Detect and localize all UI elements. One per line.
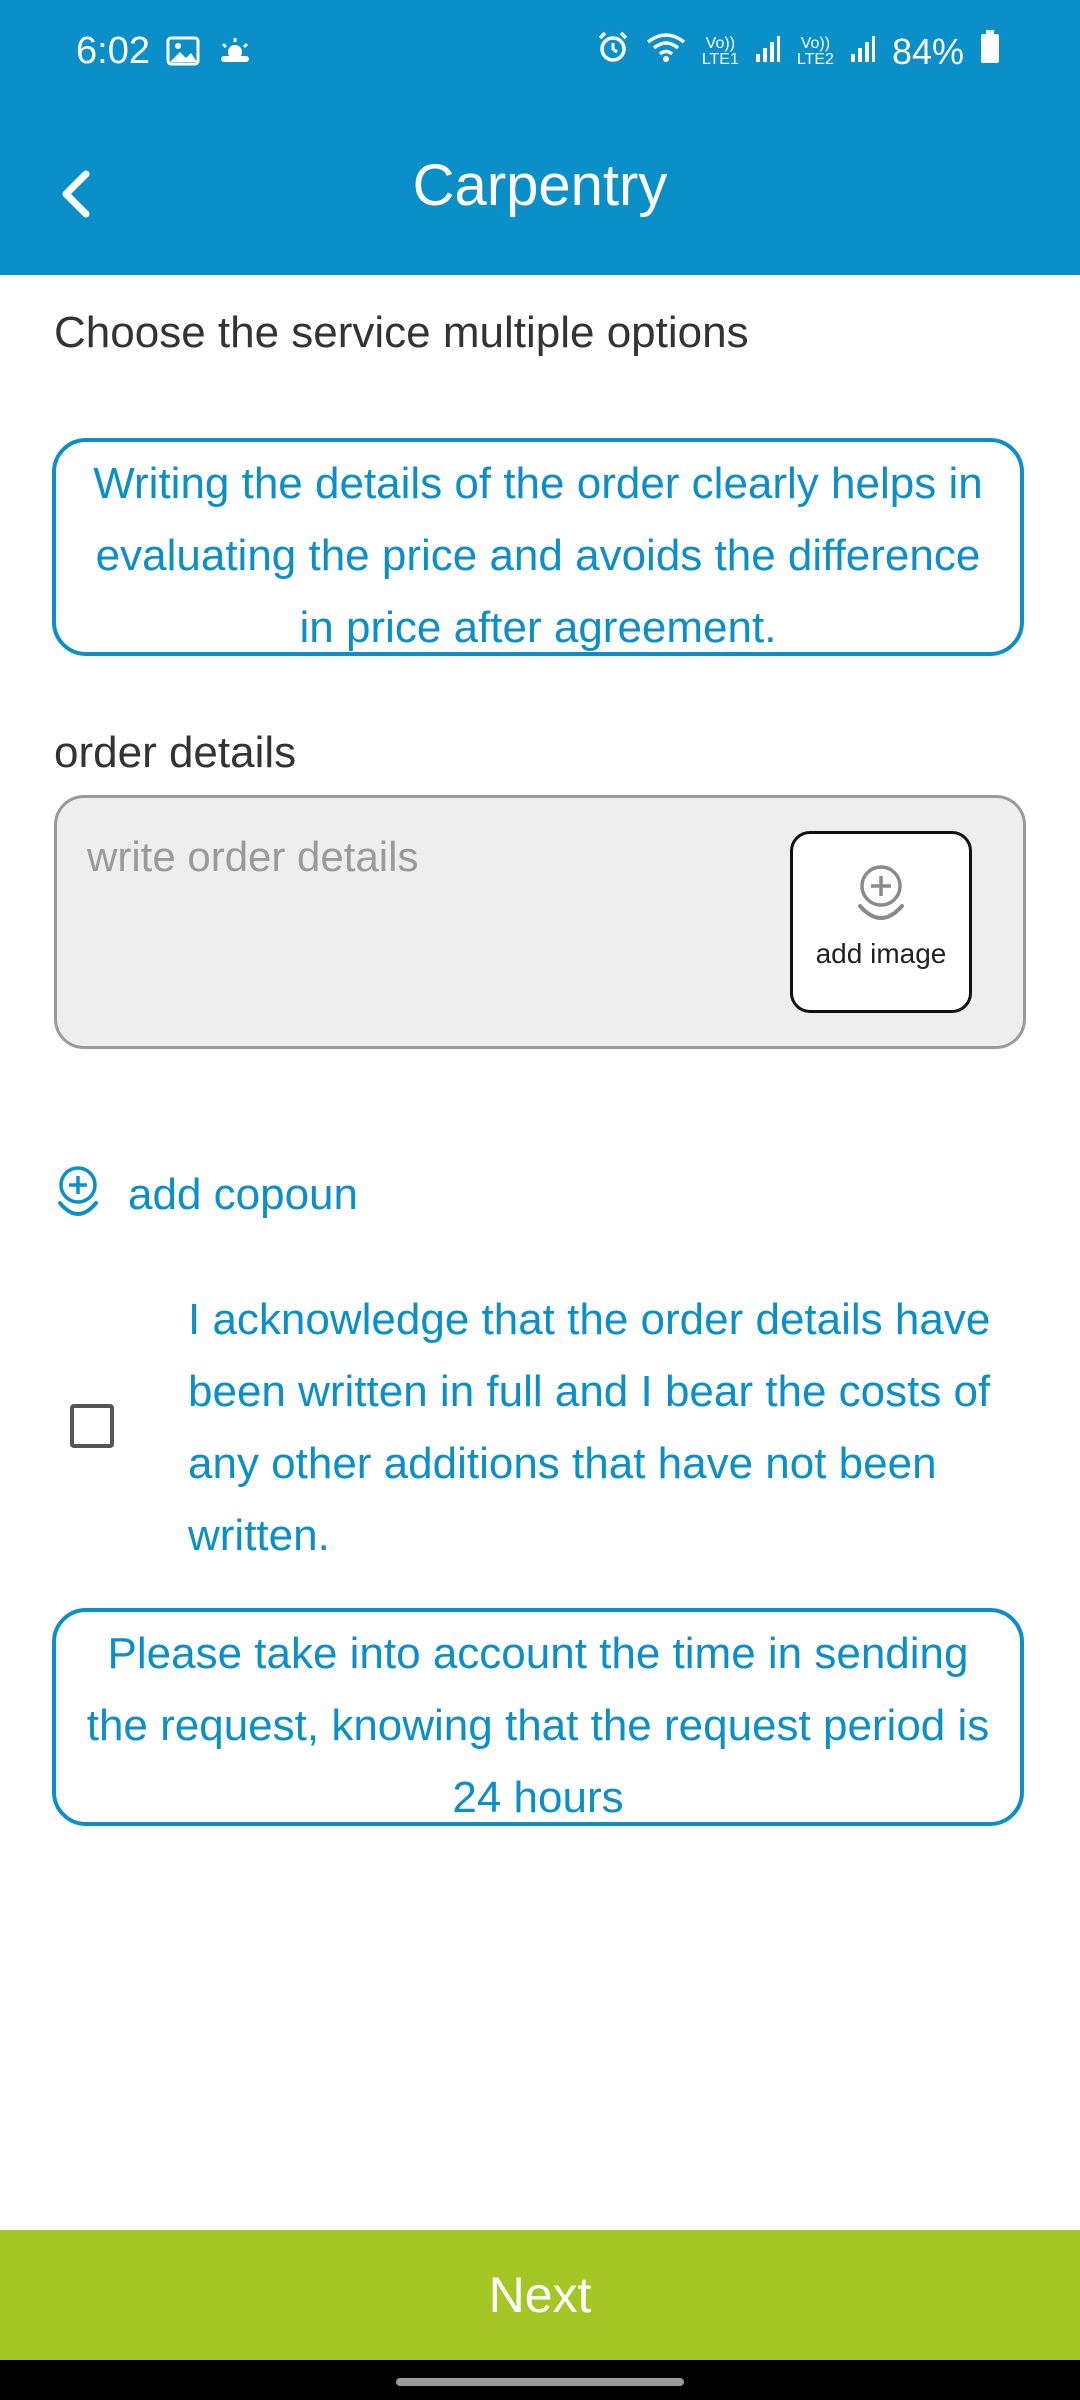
sim1-lte: LTE1: [701, 50, 739, 68]
signal-icon: [755, 31, 781, 73]
status-right: Vo)) LTE1 Vo)) LTE2 84%: [596, 30, 1000, 73]
signal-icon: [850, 31, 876, 73]
order-details-label: order details: [54, 728, 297, 777]
system-nav-bar: [0, 2360, 1080, 2400]
battery-percent: 84%: [891, 30, 964, 72]
page-title: Carpentry: [412, 153, 668, 218]
alarm-icon: [596, 30, 630, 73]
add-coupon-label: add copoun: [128, 1170, 358, 1219]
add-image-icon: [854, 864, 908, 931]
home-gesture-bar[interactable]: [396, 2378, 684, 2386]
order-details-box: add image: [54, 795, 1026, 1049]
request-period-notice: Please take into account the time in sen…: [52, 1608, 1024, 1826]
sim2-volte: Vo)): [800, 34, 831, 52]
wifi-icon: [646, 31, 686, 73]
image-icon: [166, 36, 200, 71]
battery-icon: [980, 30, 1000, 73]
next-button[interactable]: Next: [0, 2230, 1080, 2360]
app-bar: Carpentry: [0, 110, 1080, 275]
add-coupon-button[interactable]: add copoun: [56, 1160, 358, 1230]
chevron-left-icon: [50, 170, 110, 236]
status-time: 6:02: [76, 30, 150, 72]
sim2-lte: LTE2: [796, 50, 834, 68]
sim1-indicator: Vo)) LTE1: [701, 34, 739, 68]
add-coupon-icon: [56, 1165, 100, 1226]
sim1-volte: Vo)): [705, 34, 736, 52]
order-details-notice: Writing the details of the order clearly…: [52, 438, 1024, 656]
status-left-icons: [166, 36, 252, 71]
add-image-label: add image: [815, 938, 947, 969]
add-image-button[interactable]: add image: [790, 831, 972, 1013]
status-bar: 6:02 Vo)) LTE1 Vo)) LTE2 84%: [0, 0, 1080, 110]
weather-icon: [218, 36, 252, 71]
acknowledge-checkbox[interactable]: [70, 1404, 114, 1448]
sim2-indicator: Vo)) LTE2: [796, 34, 834, 68]
acknowledge-text: I acknowledge that the order details hav…: [188, 1295, 991, 1560]
section-title: Choose the service multiple options: [54, 308, 749, 357]
order-details-input[interactable]: [85, 826, 789, 888]
